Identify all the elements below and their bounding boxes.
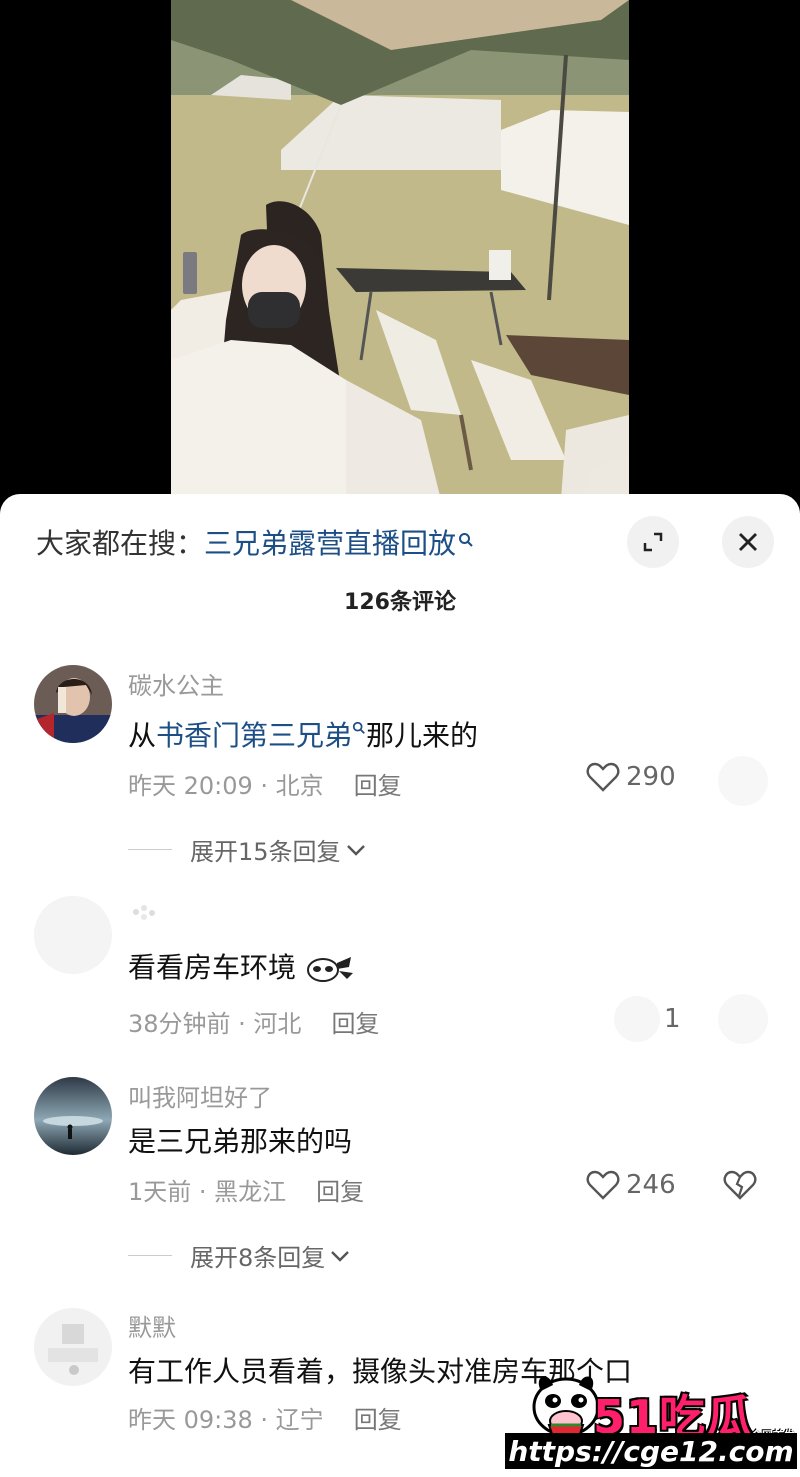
comment-text: 从书香门第三兄弟 那儿来的 xyxy=(128,714,478,754)
search-icon xyxy=(458,532,474,553)
search-suggestion[interactable]: 大家都在搜： 三兄弟露营直播回放 xyxy=(36,518,474,566)
video-frame xyxy=(171,0,629,500)
like-button[interactable]: 1 xyxy=(614,996,681,1042)
comment-count: 126条评论 xyxy=(344,590,456,615)
close-icon xyxy=(739,533,757,551)
video-player[interactable] xyxy=(0,0,800,500)
like-count: 290 xyxy=(626,762,676,792)
like-count: 1 xyxy=(664,1004,681,1034)
comment-sheet: 大家都在搜： 三兄弟露营直播回放 126条评论 碳水公主 从书香门第三兄弟 那儿… xyxy=(0,494,800,1477)
comment-topic-link[interactable]: 书香门第三兄弟 xyxy=(156,719,352,752)
username[interactable]: 默默 xyxy=(128,1308,176,1343)
divider-line xyxy=(128,1255,172,1256)
comment-text: 看看房车环境 xyxy=(128,946,355,986)
comment-text-part: 从 xyxy=(128,719,157,752)
search-icon xyxy=(352,720,366,739)
chevron-down-icon xyxy=(346,844,365,856)
watermark: 51吃瓜 全网首发 https://cge12.com xyxy=(505,1363,797,1471)
username[interactable]: 叫我阿坦好了 xyxy=(128,1078,272,1113)
expand-replies[interactable]: 展开15条回复 xyxy=(128,832,367,867)
avatar[interactable] xyxy=(34,896,112,974)
username[interactable]: 碳水公主 xyxy=(128,666,224,701)
avatar[interactable] xyxy=(34,1308,112,1386)
heart-icon xyxy=(586,1170,620,1200)
sticker-icon xyxy=(306,957,353,982)
reply-button[interactable]: 回复 xyxy=(331,1010,379,1038)
reply-button[interactable]: 回复 xyxy=(354,1406,402,1434)
search-query-link[interactable]: 三兄弟露营直播回放 xyxy=(204,522,456,562)
comment-meta: 昨天 20:09 · 北京 回复 xyxy=(128,766,402,801)
comment-text-part: 看看房车环境 xyxy=(128,951,297,984)
divider-line xyxy=(128,849,172,850)
dislike-button[interactable] xyxy=(718,994,768,1044)
expand-button[interactable] xyxy=(627,516,679,568)
close-button[interactable] xyxy=(722,516,774,568)
expand-icon xyxy=(643,532,663,552)
heart-icon xyxy=(614,996,660,1042)
reply-button[interactable]: 回复 xyxy=(316,1178,364,1206)
flower-icon xyxy=(133,905,155,920)
comment-meta: 1天前 · 黑龙江 回复 xyxy=(128,1172,364,1207)
like-count: 246 xyxy=(626,1170,676,1200)
dislike-button[interactable] xyxy=(718,756,768,806)
watermark-url: https://cge12.com xyxy=(505,1433,797,1469)
expand-replies-label: 展开15条回复 xyxy=(190,838,341,866)
comment-time-location: 昨天 09:38 · 辽宁 xyxy=(128,1406,324,1434)
comment-time-location: 1天前 · 黑龙江 xyxy=(128,1178,287,1206)
avatar[interactable] xyxy=(34,665,112,743)
dislike-button[interactable] xyxy=(722,1170,758,1204)
broken-heart-icon xyxy=(723,1170,757,1200)
comment-text-part: 那儿来的 xyxy=(366,719,479,752)
avatar[interactable] xyxy=(34,1077,112,1155)
heart-icon xyxy=(586,762,620,792)
comment-time-location: 昨天 20:09 · 北京 xyxy=(128,772,324,800)
comment-meta: 38分钟前 · 河北 回复 xyxy=(128,1004,379,1039)
comment-meta: 昨天 09:38 · 辽宁 回复 xyxy=(128,1400,402,1435)
expand-replies[interactable]: 展开8条回复 xyxy=(128,1238,351,1273)
comment-text: 是三兄弟那来的吗 xyxy=(128,1125,353,1158)
comment-time-location: 38分钟前 · 河北 xyxy=(128,1010,302,1038)
username[interactable] xyxy=(128,900,162,932)
like-button[interactable]: 290 xyxy=(586,762,676,792)
like-button[interactable]: 246 xyxy=(586,1170,676,1200)
search-prefix: 大家都在搜： xyxy=(36,527,205,560)
expand-replies-label: 展开8条回复 xyxy=(190,1244,326,1272)
chevron-down-icon xyxy=(331,1250,350,1262)
reply-button[interactable]: 回复 xyxy=(354,772,402,800)
